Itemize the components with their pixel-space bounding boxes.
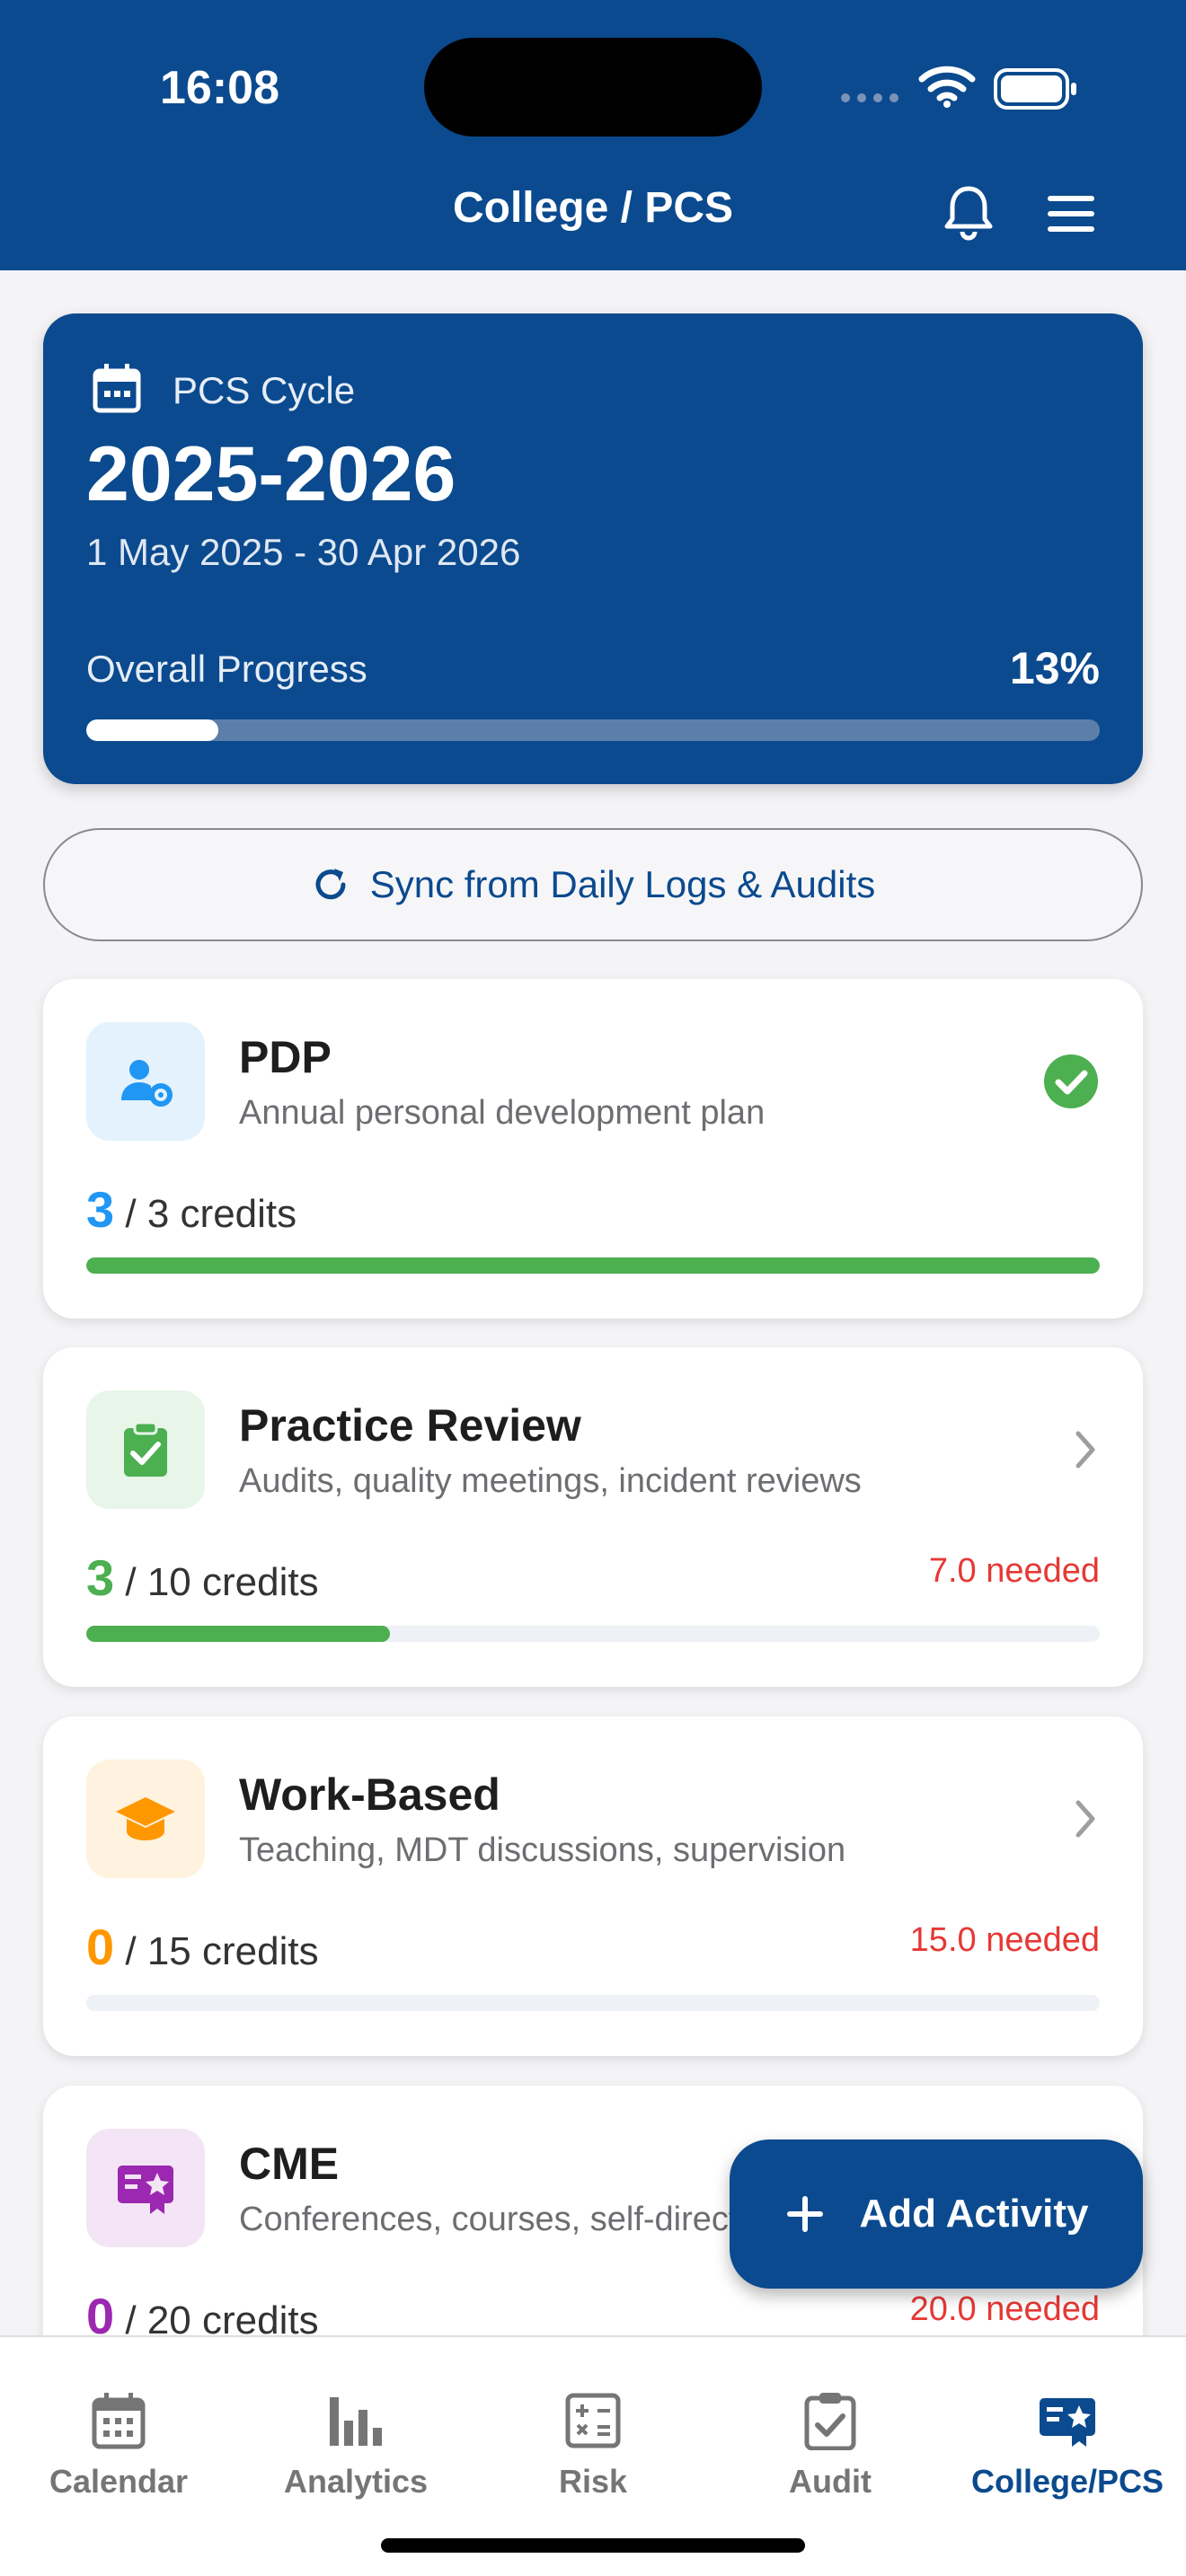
category-title: Work-Based	[239, 1769, 500, 1820]
chevron-right-icon	[1075, 1431, 1095, 1469]
tab-analytics[interactable]: Analytics	[237, 2387, 474, 2501]
chevron-right-icon	[1075, 1800, 1095, 1838]
credits-total: / 3 credits	[125, 1192, 297, 1236]
tab-label: Audit	[789, 2463, 872, 2500]
credits-needed: 7.0 needed	[928, 1552, 1100, 1590]
credits-needed: 20.0 needed	[909, 2290, 1100, 2328]
category-progress-fill	[86, 1257, 1100, 1274]
category-credits: 3 / 10 credits	[86, 1548, 319, 1607]
credits-total: / 15 credits	[125, 1929, 319, 1973]
category-subtitle: Annual personal development plan	[239, 1094, 766, 1132]
add-activity-label: Add Activity	[859, 2192, 1089, 2236]
dynamic-island	[424, 38, 762, 137]
category-icon-box	[86, 1022, 205, 1141]
category-subtitle: Audits, quality meetings, incident revie…	[239, 1462, 862, 1500]
clipboard-check-icon	[804, 2393, 856, 2450]
home-indicator	[381, 2538, 805, 2553]
category-card-pdp[interactable]: PDP Annual personal development plan 3 /…	[43, 979, 1143, 1319]
category-title: CME	[239, 2139, 340, 2189]
category-icon-box	[86, 1390, 205, 1509]
credits-earned: 3	[86, 1549, 115, 1606]
overall-progress-bar	[86, 719, 1100, 741]
credits-earned: 0	[86, 1919, 115, 1975]
tab-label: College/PCS	[970, 2463, 1164, 2500]
calendar-icon	[93, 364, 141, 413]
cycle-dates: 1 May 2025 - 30 Apr 2026	[86, 531, 521, 573]
sync-button-label: Sync from Daily Logs & Audits	[369, 863, 876, 905]
user-settings-icon	[121, 1060, 173, 1107]
overall-progress-fill	[86, 719, 218, 741]
category-progress-bar	[86, 1626, 1100, 1642]
menu-icon[interactable]	[1042, 189, 1100, 239]
page-title: College / PCS	[452, 184, 734, 232]
check-circle-icon	[1044, 1054, 1098, 1108]
wifi-icon	[918, 66, 976, 108]
calendar-icon	[92, 2393, 146, 2449]
tab-college-pcs[interactable]: College/PCS	[949, 2387, 1186, 2501]
category-progress-bar	[86, 1995, 1100, 2011]
tab-calendar[interactable]: Calendar	[0, 2387, 237, 2501]
credits-total: / 10 credits	[125, 1560, 319, 1604]
category-progress-fill	[86, 1626, 391, 1642]
pcs-cycle-card: PCS Cycle 2025-2026 1 May 2025 - 30 Apr …	[43, 313, 1143, 784]
bar-chart-icon	[330, 2397, 382, 2446]
cycle-label: PCS Cycle	[173, 369, 356, 411]
category-progress-bar	[86, 1257, 1100, 1274]
calculator-icon	[565, 2393, 621, 2448]
tab-label: Risk	[558, 2463, 628, 2500]
category-title: PDP	[239, 1032, 332, 1082]
overall-progress-percent: 13%	[1009, 643, 1100, 693]
tab-risk[interactable]: Risk	[474, 2387, 712, 2501]
overall-progress-label: Overall Progress	[86, 648, 367, 690]
certificate-icon	[118, 2166, 173, 2214]
battery-icon	[994, 68, 1076, 110]
certificate-icon	[1040, 2398, 1095, 2447]
refresh-icon	[315, 869, 346, 900]
category-subtitle: Teaching, MDT discussions, supervision	[239, 1831, 846, 1869]
add-activity-button[interactable]: Add Activity	[730, 2139, 1143, 2289]
cycle-year: 2025-2026	[86, 431, 456, 517]
category-card-practice-review[interactable]: Practice Review Audits, quality meetings…	[43, 1347, 1143, 1687]
sync-button[interactable]: Sync from Daily Logs & Audits	[43, 828, 1143, 941]
category-icon-box	[86, 1760, 205, 1878]
bell-icon[interactable]	[940, 183, 997, 241]
tab-label: Calendar	[49, 2463, 189, 2500]
tab-label: Analytics	[283, 2463, 429, 2500]
plus-icon	[787, 2196, 824, 2232]
credits-earned: 3	[86, 1181, 115, 1238]
signal-icon	[841, 93, 898, 102]
tab-audit[interactable]: Audit	[712, 2387, 949, 2501]
credits-needed: 15.0 needed	[909, 1921, 1100, 1959]
category-title: Practice Review	[239, 1400, 581, 1451]
category-icon-box	[86, 2129, 205, 2247]
category-credits: 0 / 15 credits	[86, 1918, 319, 1976]
category-card-work-based[interactable]: Work-Based Teaching, MDT discussions, su…	[43, 1716, 1143, 2056]
status-time: 16:08	[160, 62, 279, 114]
graduation-cap-icon	[116, 1797, 175, 1840]
category-credits: 3 / 3 credits	[86, 1180, 296, 1239]
clipboard-check-icon	[124, 1421, 167, 1477]
app-header: 16:08 College / PCS	[0, 0, 1186, 270]
